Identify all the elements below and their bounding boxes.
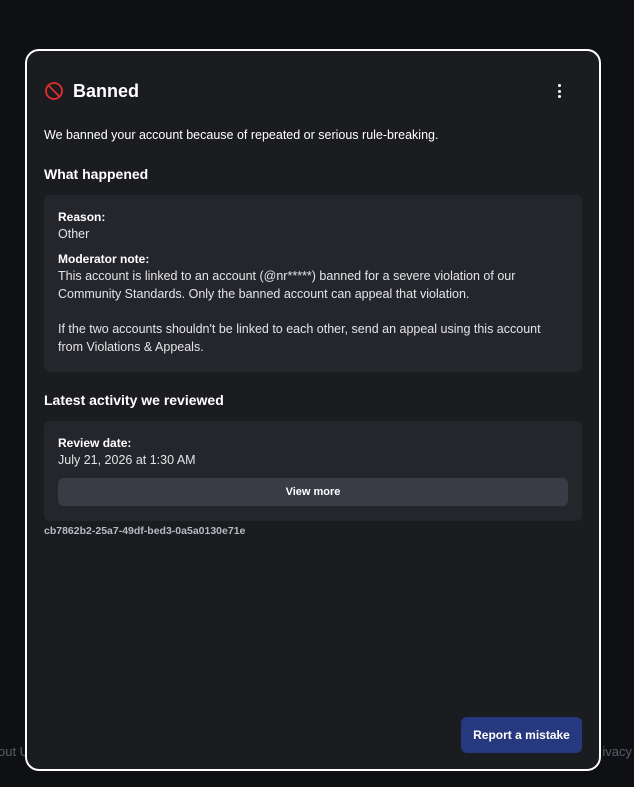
what-happened-heading: What happened: [44, 166, 149, 182]
reason-label: Reason:: [58, 210, 106, 224]
latest-activity-heading: Latest activity we reviewed: [44, 392, 224, 408]
review-card: Review date: July 21, 2026 at 1:30 AM Vi…: [44, 421, 582, 521]
more-vertical-icon: [557, 84, 561, 87]
background-footer-link-right: ivacy: [602, 744, 632, 759]
moderator-note-line: from Violations & Appeals.: [58, 340, 204, 354]
dialog-title: Banned: [73, 80, 140, 101]
review-date-label: Review date:: [58, 436, 132, 450]
report-mistake-button[interactable]: Report a mistake: [461, 717, 582, 753]
view-more-button[interactable]: View more: [58, 478, 568, 506]
moderator-note-line: If the two accounts shouldn't be linked …: [58, 322, 541, 336]
moderator-note-line: This account is linked to an account (@n…: [58, 269, 516, 283]
reason-value: Other: [58, 227, 90, 241]
ban-dialog: Banned We banned your account because of…: [25, 49, 601, 771]
moderator-note-label: Moderator note:: [58, 252, 150, 266]
ban-intro-text: We banned your account because of repeat…: [44, 128, 439, 142]
moderator-note-line: Community Standards. Only the banned acc…: [58, 287, 470, 301]
reference-id: cb7862b2-25a7-49df-bed3-0a5a0130e71e: [44, 525, 246, 537]
dialog-header: Banned: [44, 78, 582, 104]
reason-card: Reason: Other Moderator note: This accou…: [44, 195, 582, 372]
ban-icon: [45, 82, 63, 100]
more-options-button[interactable]: [552, 81, 566, 101]
review-date-value: July 21, 2026 at 1:30 AM: [58, 453, 196, 467]
